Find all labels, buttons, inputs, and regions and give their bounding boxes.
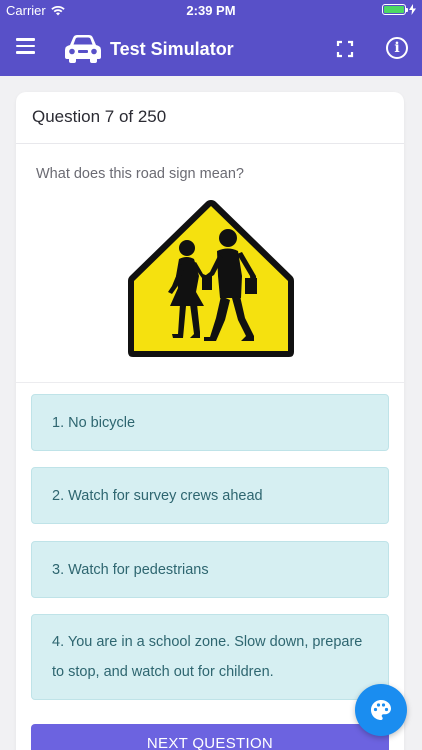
answer-label: 2. Watch for survey crews ahead	[52, 487, 263, 504]
answer-label: 4. You are in a school zone. Slow down, …	[52, 634, 363, 680]
question-card: Question 7 of 250 What does this road si…	[16, 92, 404, 750]
question-counter: Question 7 of 250	[16, 92, 404, 144]
car-icon	[65, 35, 101, 63]
palette-icon	[371, 700, 391, 720]
menu-icon-line	[16, 38, 35, 41]
app-title: Test Simulator	[110, 39, 234, 59]
menu-icon-line	[16, 44, 35, 47]
answer-option-3[interactable]: 3. Watch for pedestrians	[31, 541, 389, 598]
battery-level	[384, 6, 404, 13]
answer-option-2[interactable]: 2. Watch for survey crews ahead	[31, 467, 389, 524]
charging-bolt-icon	[409, 4, 416, 15]
menu-icon-line	[16, 51, 35, 54]
answer-label: 3. Watch for pedestrians	[52, 561, 209, 578]
info-icon[interactable]: i	[386, 37, 408, 59]
next-question-button[interactable]: NEXT QUESTION	[31, 724, 389, 750]
theme-palette-button[interactable]	[355, 684, 407, 736]
answer-option-4[interactable]: 4. You are in a school zone. Slow down, …	[31, 614, 389, 700]
answer-label: 1. No bicycle	[52, 414, 136, 431]
battery-icon	[382, 4, 408, 15]
status-bar: Carrier 2:39 PM	[0, 0, 422, 22]
app-bar: Test Simulator i	[0, 22, 422, 76]
answer-option-1[interactable]: 1. No bicycle	[31, 394, 389, 451]
menu-button[interactable]	[16, 38, 36, 58]
school-crossing-sign-image	[128, 200, 294, 357]
divider	[16, 382, 404, 383]
question-text: What does this road sign mean?	[36, 166, 244, 182]
fullscreen-icon[interactable]	[336, 40, 354, 58]
status-time: 2:39 PM	[186, 3, 236, 18]
